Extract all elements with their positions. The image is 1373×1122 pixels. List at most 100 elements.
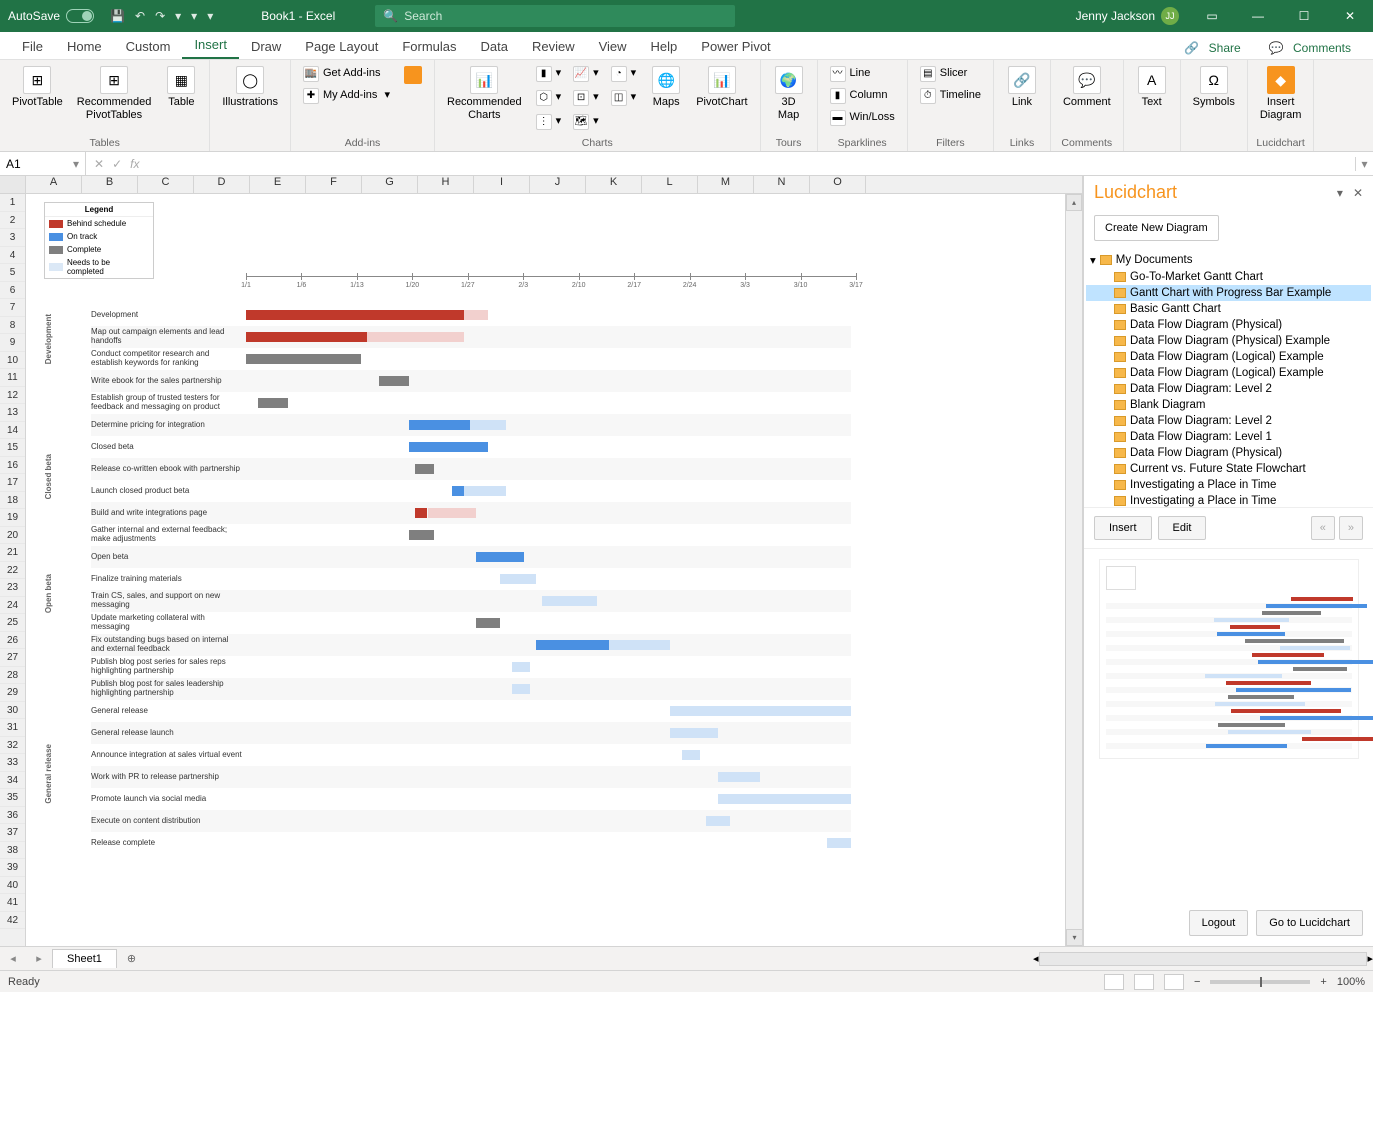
column-header[interactable]: O <box>810 176 866 193</box>
column-header[interactable]: C <box>138 176 194 193</box>
gantt-bar[interactable] <box>415 464 433 474</box>
row-header[interactable]: 25 <box>0 614 25 632</box>
namebox-dropdown-icon[interactable]: ▾ <box>73 157 79 171</box>
gantt-bar[interactable] <box>246 332 367 342</box>
tree-item[interactable]: Data Flow Diagram (Physical) Example <box>1086 333 1371 349</box>
tab-file[interactable]: File <box>10 34 55 59</box>
qat-custom-icon[interactable]: ▾ <box>191 9 197 23</box>
zoom-level[interactable]: 100% <box>1337 976 1365 988</box>
view-pagebreak-icon[interactable] <box>1164 974 1184 990</box>
tree-item[interactable]: Basic Gantt Chart <box>1086 301 1371 317</box>
maps-button[interactable]: 🌐Maps <box>646 64 686 111</box>
tab-insert[interactable]: Insert <box>182 32 239 59</box>
search-box[interactable]: 🔍 Search <box>375 5 735 27</box>
row-header[interactable]: 32 <box>0 737 25 755</box>
gantt-bar[interactable] <box>476 552 524 562</box>
tree-item[interactable]: Data Flow Diagram (Physical) <box>1086 317 1371 333</box>
row-header[interactable]: 40 <box>0 877 25 895</box>
gantt-bar[interactable] <box>379 376 409 386</box>
get-addins-button[interactable]: 🏬Get Add-ins <box>299 64 394 84</box>
row-header[interactable]: 17 <box>0 474 25 492</box>
column-header[interactable]: H <box>418 176 474 193</box>
illustrations-button[interactable]: ◯Illustrations <box>218 64 282 111</box>
undo-icon[interactable]: ↶ <box>135 9 145 23</box>
column-header[interactable]: L <box>642 176 698 193</box>
qat-more-icon[interactable]: ▾ <box>175 9 181 23</box>
row-header[interactable]: 23 <box>0 579 25 597</box>
sheet-tab-1[interactable]: Sheet1 <box>52 949 117 968</box>
view-pagelayout-icon[interactable] <box>1134 974 1154 990</box>
row-header[interactable]: 4 <box>0 247 25 265</box>
row-header[interactable]: 16 <box>0 457 25 475</box>
slicer-button[interactable]: ▤Slicer <box>916 64 985 84</box>
tab-pagelayout[interactable]: Page Layout <box>293 34 390 59</box>
preview-thumbnail[interactable] <box>1099 559 1359 759</box>
gantt-bar[interactable] <box>512 684 530 694</box>
scroll-up-icon[interactable]: ▴ <box>1066 194 1082 211</box>
row-header[interactable]: 29 <box>0 684 25 702</box>
row-header[interactable]: 24 <box>0 597 25 615</box>
tree-item[interactable]: Go-To-Market Gantt Chart <box>1086 269 1371 285</box>
scatter-chart-icon[interactable]: ⋮▾ <box>532 112 566 132</box>
pivottable-button[interactable]: ⊞PivotTable <box>8 64 67 111</box>
redo-icon[interactable]: ↷ <box>155 9 165 23</box>
pivotchart-button[interactable]: 📊PivotChart <box>692 64 751 111</box>
column-header[interactable]: M <box>698 176 754 193</box>
tree-item[interactable]: Blank Diagram <box>1086 397 1371 413</box>
row-header[interactable]: 38 <box>0 842 25 860</box>
row-header[interactable]: 3 <box>0 229 25 247</box>
gantt-bar[interactable] <box>718 794 851 804</box>
gantt-bar[interactable] <box>246 310 464 320</box>
gantt-bar[interactable] <box>476 618 500 628</box>
zoom-slider[interactable] <box>1210 980 1310 984</box>
comment-button[interactable]: 💬Comment <box>1059 64 1115 111</box>
row-header[interactable]: 18 <box>0 492 25 510</box>
row-header[interactable]: 20 <box>0 527 25 545</box>
expand-formula-icon[interactable]: ▾ <box>1355 157 1373 171</box>
gantt-bar[interactable] <box>428 508 476 518</box>
user-account[interactable]: Jenny Jackson JJ <box>1066 7 1189 25</box>
row-header[interactable]: 5 <box>0 264 25 282</box>
prev-button[interactable]: « <box>1311 516 1335 540</box>
save-icon[interactable]: 💾 <box>110 9 125 23</box>
symbols-button[interactable]: ΩSymbols <box>1189 64 1239 111</box>
gantt-bar[interactable] <box>512 662 530 672</box>
column-header[interactable]: F <box>306 176 362 193</box>
table-button[interactable]: ▦Table <box>161 64 201 111</box>
hierarchy-chart-icon[interactable]: ⬡▾ <box>532 88 566 108</box>
tab-help[interactable]: Help <box>639 34 690 59</box>
map-chart-icon[interactable]: 🗺▾ <box>569 112 603 132</box>
gantt-bar[interactable] <box>415 508 427 518</box>
tree-item[interactable]: Data Flow Diagram (Physical) <box>1086 445 1371 461</box>
stat-chart-icon[interactable]: ⊡▾ <box>569 88 603 108</box>
close-icon[interactable]: ✕ <box>1327 9 1373 23</box>
row-header[interactable]: 7 <box>0 299 25 317</box>
column-header[interactable]: N <box>754 176 810 193</box>
tab-custom[interactable]: Custom <box>114 34 183 59</box>
row-header[interactable]: 19 <box>0 509 25 527</box>
gantt-bar[interactable] <box>409 530 433 540</box>
row-header[interactable]: 34 <box>0 772 25 790</box>
vertical-scrollbar[interactable]: ▴ ▾ <box>1065 194 1082 946</box>
row-header[interactable]: 1 <box>0 194 25 212</box>
select-all-corner[interactable] <box>0 176 26 193</box>
column-chart-icon[interactable]: ▮▾ <box>532 64 566 84</box>
gantt-bar[interactable] <box>500 574 536 584</box>
gantt-bar[interactable] <box>367 332 464 342</box>
column-header[interactable]: G <box>362 176 418 193</box>
gantt-chart[interactable]: Legend Behind scheduleOn trackCompleteNe… <box>36 194 866 924</box>
combo-chart-icon[interactable]: ◫▾ <box>607 88 641 108</box>
spark-line-button[interactable]: 〰Line <box>826 64 899 84</box>
row-header[interactable]: 14 <box>0 422 25 440</box>
link-button[interactable]: 🔗Link <box>1002 64 1042 111</box>
tab-draw[interactable]: Draw <box>239 34 293 59</box>
row-header[interactable]: 31 <box>0 719 25 737</box>
spark-winloss-button[interactable]: ▬Win/Loss <box>826 108 899 128</box>
row-header[interactable]: 22 <box>0 562 25 580</box>
row-header[interactable]: 39 <box>0 859 25 877</box>
edit-button[interactable]: Edit <box>1158 516 1207 540</box>
gantt-bar[interactable] <box>470 420 506 430</box>
column-header[interactable]: B <box>82 176 138 193</box>
comments-button[interactable]: 💬 Comments <box>1263 37 1363 59</box>
qat-overflow-icon[interactable]: ▾ <box>207 9 213 23</box>
